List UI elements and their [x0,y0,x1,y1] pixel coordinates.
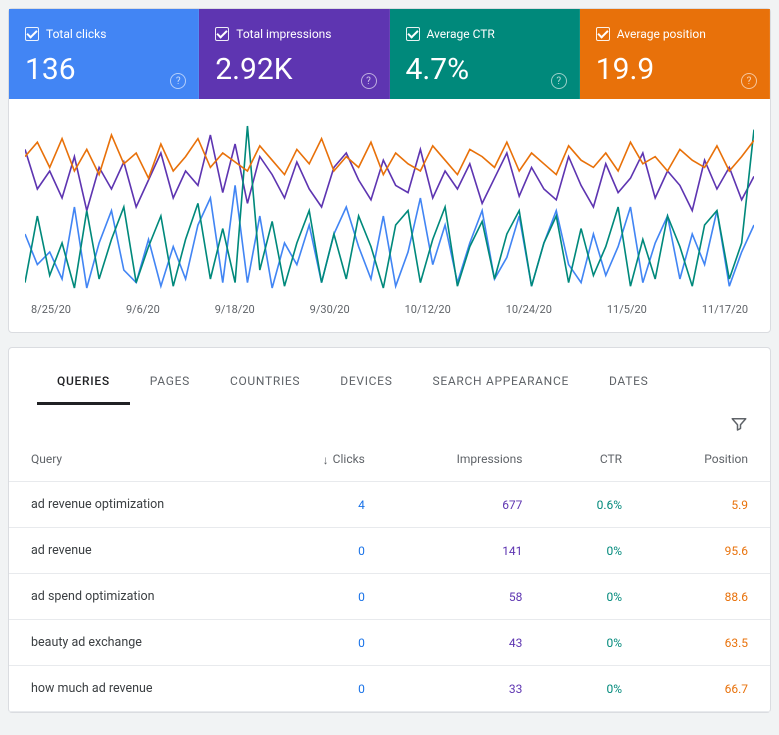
cell-position: 88.6 [644,574,770,620]
metric-clicks[interactable]: Total clicks 136? [9,9,199,99]
cell-clicks: 0 [263,574,387,620]
x-tick: 11/17/20 [702,303,748,316]
tab-search-appearance[interactable]: SEARCH APPEARANCE [413,366,589,405]
cell-clicks: 0 [263,528,387,574]
cell-clicks: 0 [263,666,387,712]
metric-impressions[interactable]: Total impressions 2.92K? [199,9,389,99]
cell-query: ad spend optimization [9,574,263,620]
chart-area: 8/25/20 9/6/20 9/18/20 9/30/20 10/12/20 10/24… [9,99,770,332]
cell-ctr: 0% [544,528,644,574]
x-tick: 10/24/20 [506,303,552,316]
checkbox-icon [25,27,39,41]
cell-impressions: 677 [387,482,545,528]
cell-position: 5.9 [644,482,770,528]
help-icon[interactable]: ? [551,73,567,89]
table-row[interactable]: ad revenue optimization46770.6%5.9 [9,482,770,528]
cell-ctr: 0.6% [544,482,644,528]
cell-ctr: 0% [544,666,644,712]
x-tick: 9/18/20 [215,303,255,316]
tabs: QUERIESPAGESCOUNTRIESDEVICESSEARCH APPEA… [9,348,770,405]
tab-pages[interactable]: PAGES [130,366,210,405]
tab-dates[interactable]: DATES [589,366,668,405]
checkbox-icon [406,27,420,41]
metric-label: Total clicks [46,27,106,41]
cell-impressions: 33 [387,666,545,712]
line-chart [25,117,754,297]
x-tick: 9/6/20 [126,303,160,316]
table-row[interactable]: ad spend optimization0580%88.6 [9,574,770,620]
checkbox-icon [215,27,229,41]
cell-position: 95.6 [644,528,770,574]
metric-value: 2.92K [215,52,372,87]
x-tick: 10/12/20 [405,303,451,316]
cell-impressions: 141 [387,528,545,574]
metric-label: Average CTR [427,27,495,41]
checkbox-icon [596,27,610,41]
cell-query: beauty ad exchange [9,620,263,666]
cell-ctr: 0% [544,620,644,666]
metric-value: 4.7% [406,52,563,87]
cell-query: how much ad revenue [9,666,263,712]
cell-ctr: 0% [544,574,644,620]
metrics-panel: Total clicks136?Total impressions2.92K?A… [8,8,771,333]
table-row[interactable]: ad revenue01410%95.6 [9,528,770,574]
tab-queries[interactable]: QUERIES [37,366,130,405]
series-total-impressions [25,135,754,211]
metric-position[interactable]: Average position 19.9? [580,9,770,99]
metric-label: Total impressions [236,27,331,41]
col-query[interactable]: Query [9,437,263,482]
col-clicks[interactable]: ↓Clicks [263,437,387,482]
x-tick: 11/5/20 [607,303,647,316]
cell-impressions: 43 [387,620,545,666]
results-panel: QUERIESPAGESCOUNTRIESDEVICESSEARCH APPEA… [8,347,771,713]
x-tick: 9/30/20 [310,303,350,316]
tab-countries[interactable]: COUNTRIES [210,366,320,405]
x-axis: 8/25/20 9/6/20 9/18/20 9/30/20 10/12/20 10/24… [25,297,754,326]
queries-table: Query↓ClicksImpressionsCTRPosition ad re… [9,437,770,712]
col-impressions[interactable]: Impressions [387,437,545,482]
metric-ctr[interactable]: Average CTR 4.7%? [390,9,580,99]
x-tick: 8/25/20 [31,303,71,316]
help-icon[interactable]: ? [170,73,186,89]
tab-devices[interactable]: DEVICES [320,366,412,405]
cell-impressions: 58 [387,574,545,620]
table-row[interactable]: beauty ad exchange0430%63.5 [9,620,770,666]
metric-label: Average position [617,27,706,41]
cell-position: 66.7 [644,666,770,712]
help-icon[interactable]: ? [361,73,377,89]
cell-query: ad revenue optimization [9,482,263,528]
col-ctr[interactable]: CTR [544,437,644,482]
table-row[interactable]: how much ad revenue0330%66.7 [9,666,770,712]
cell-position: 63.5 [644,620,770,666]
metric-value: 19.9 [596,52,753,87]
col-position[interactable]: Position [644,437,770,482]
cell-clicks: 0 [263,620,387,666]
cell-query: ad revenue [9,528,263,574]
metric-value: 136 [25,52,182,87]
filter-icon[interactable] [730,415,748,433]
sort-arrow-icon: ↓ [323,453,329,467]
series-average-ctr [25,126,754,288]
cell-clicks: 4 [263,482,387,528]
help-icon[interactable]: ? [741,73,757,89]
